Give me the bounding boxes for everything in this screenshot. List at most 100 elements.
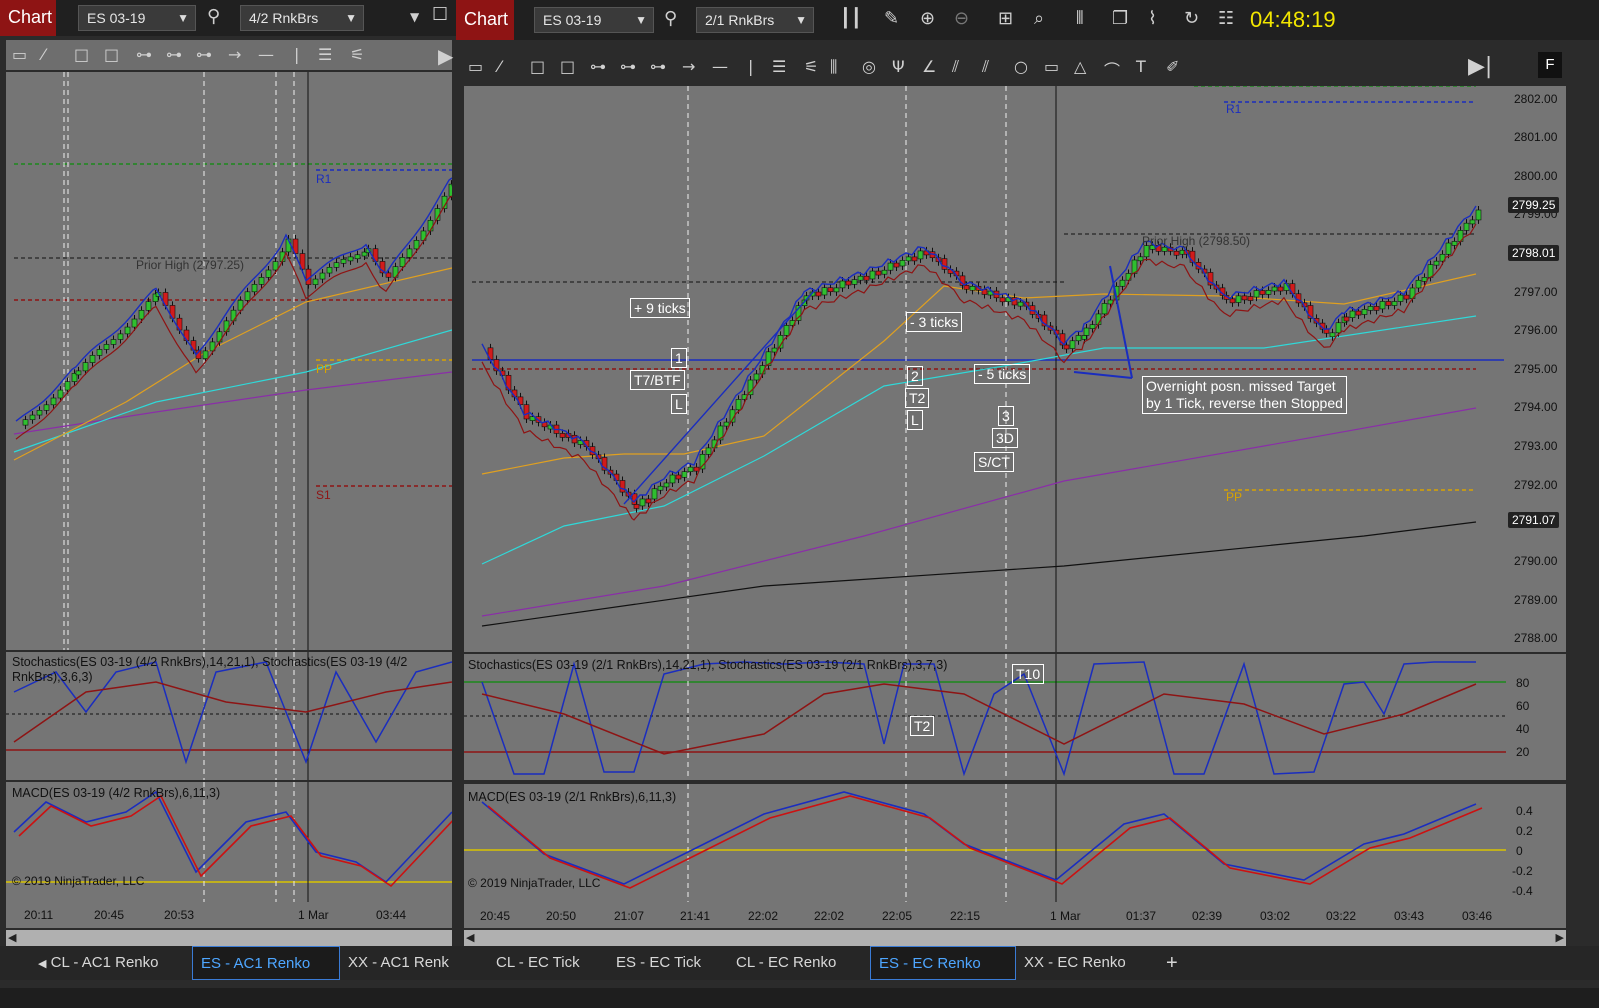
ema-cyan-line: [13, 329, 452, 453]
fib-circle-icon[interactable]: ◎: [862, 57, 876, 76]
left-horizontal-scrollbar[interactable]: ◀: [6, 930, 452, 946]
strategies-icon[interactable]: ⌇: [1148, 10, 1157, 28]
annotation-overnight-note[interactable]: Overnight posn. missed Target by 1 Tick,…: [1142, 376, 1347, 414]
annotation-1[interactable]: 1: [671, 348, 687, 368]
arrow-line-icon[interactable]: →: [682, 57, 695, 76]
fib-extension-icon[interactable]: ⚟: [804, 57, 818, 76]
left-tab-cl-ac1-renko[interactable]: ◀ CL - AC1 Renko: [30, 946, 166, 980]
right-tab-es-ec-tick[interactable]: ES - EC Tick: [608, 946, 709, 980]
left-price-pane[interactable]: R1 Prior High (2797.25) PP S1: [6, 72, 452, 650]
vertical-line-icon[interactable]: |: [748, 57, 753, 76]
annotation-s-ct[interactable]: S/CT: [974, 452, 1014, 472]
right-macd-pane[interactable]: MACD(ES 03-19 (2/1 RnkBrs),6,11,3) © 201…: [464, 784, 1506, 902]
arc-icon[interactable]: ⌒: [1104, 57, 1120, 81]
rectangle-icon[interactable]: □: [530, 57, 545, 76]
annotation-l-2[interactable]: L: [907, 410, 923, 430]
add-tab-button[interactable]: +: [1158, 946, 1186, 980]
rectangle-shape-icon[interactable]: ▭: [1044, 57, 1059, 76]
left-bartype-selector[interactable]: 4/2 RnkBrs ▼: [240, 5, 364, 31]
window-restore-icon[interactable]: ☐: [432, 6, 448, 24]
overflow-menu-icon[interactable]: ▼: [410, 8, 419, 26]
zoom-out-icon[interactable]: ⊖: [954, 10, 969, 28]
ray-icon[interactable]: ⊶: [166, 45, 182, 64]
right-price-axis[interactable]: 2802.00 2801.00 2800.00 2799.00 2797.00 …: [1506, 86, 1566, 652]
right-instrument-selector[interactable]: ES 03-19 ▼: [534, 7, 654, 33]
bar-style-icon[interactable]: ┃┃: [840, 10, 862, 28]
line-icon[interactable]: ⊶: [136, 45, 152, 64]
ellipse-icon[interactable]: ○: [1014, 57, 1028, 76]
right-stochastics-pane[interactable]: Stochastics(ES 03-19 (2/1 RnkBrs),14,21,…: [464, 654, 1506, 780]
scroll-left-icon[interactable]: ◀: [466, 931, 474, 944]
fibonacci-icon[interactable]: ☰: [772, 57, 786, 76]
pencil-icon[interactable]: ✎: [884, 10, 899, 28]
gann-fan-icon[interactable]: ∠: [922, 57, 936, 76]
annotation-t7-btf[interactable]: T7/BTF: [630, 370, 685, 390]
chevron-left-icon[interactable]: ◀: [38, 958, 46, 970]
ruler-icon[interactable]: ▭: [12, 45, 27, 64]
annotation-t2[interactable]: T2: [905, 388, 930, 408]
rectangle-icon[interactable]: □: [74, 45, 89, 64]
annotation-t10[interactable]: T10: [1012, 664, 1045, 684]
fib-time-icon[interactable]: ⫼: [830, 57, 837, 77]
annotation-minus-5-ticks[interactable]: - 5 ticks: [974, 364, 1031, 384]
right-tab-cl-ec-tick[interactable]: CL - EC Tick: [488, 946, 588, 980]
regression-channel-icon[interactable]: ⫽: [952, 57, 959, 77]
annotation-t2-stoch[interactable]: T2: [910, 716, 935, 736]
left-stochastics-pane[interactable]: Stochastics(ES 03-19 (4/2 RnkBrs),14,21,…: [6, 652, 452, 780]
left-instrument-selector[interactable]: ES 03-19 ▼: [78, 5, 196, 31]
extended-line-icon[interactable]: ⊶: [650, 57, 666, 76]
annotation-plus-9-ticks[interactable]: + 9 ticks: [630, 298, 690, 318]
right-tab-cl-ec-renko[interactable]: CL - EC Renko: [728, 946, 844, 980]
vertical-line-icon[interactable]: |: [294, 45, 299, 64]
search-icon[interactable]: ⚲: [207, 8, 220, 26]
left-macd-pane[interactable]: MACD(ES 03-19 (4/2 RnkBrs),6,11,3) © 201…: [6, 782, 452, 902]
scroll-right-icon[interactable]: ▶: [1556, 931, 1564, 944]
scroll-left-icon[interactable]: ◀: [8, 931, 16, 944]
horizontal-line-icon[interactable]: —: [258, 45, 274, 64]
reload-icon[interactable]: ↻: [1184, 10, 1199, 28]
trend-channel-icon[interactable]: ⫽: [982, 57, 989, 77]
candle-bar: [1295, 293, 1302, 304]
horizontal-line-icon[interactable]: —: [712, 57, 728, 76]
arrow-line-icon[interactable]: →: [228, 45, 241, 64]
right-tab-es-ec-renko[interactable]: ES - EC Renko: [870, 946, 1016, 980]
right-chart-menu-button[interactable]: Chart: [456, 0, 514, 40]
region-icon[interactable]: □: [560, 57, 575, 76]
candle-bar: [523, 404, 530, 420]
extended-line-icon[interactable]: ⊶: [196, 45, 212, 64]
left-chart-menu-button[interactable]: Chart: [0, 0, 56, 36]
right-tab-xx-ec-renko[interactable]: XX - EC Renko: [1016, 946, 1134, 980]
risk-reward-icon[interactable]: ⁄: [42, 45, 45, 64]
ray-icon[interactable]: ⊶: [620, 57, 636, 76]
left-tab-es-ac1-renko[interactable]: ES - AC1 Renko: [192, 946, 340, 980]
indicators-icon[interactable]: ⫴: [1076, 10, 1084, 28]
scroll-end-icon[interactable]: ▶|: [1468, 54, 1492, 79]
region-icon[interactable]: □: [104, 45, 119, 64]
search-icon[interactable]: ⚲: [664, 10, 677, 28]
right-price-pane[interactable]: R1 Prior High (2798.50) PP + 9 ticks 1 T…: [464, 86, 1506, 652]
risk-reward-icon[interactable]: ⁄: [498, 57, 501, 76]
fib-extension-icon[interactable]: ⚟: [350, 45, 364, 64]
right-horizontal-scrollbar[interactable]: ◀ ▶: [464, 930, 1566, 946]
text-icon[interactable]: T: [1136, 57, 1146, 76]
line-icon[interactable]: ⊶: [590, 57, 606, 76]
ruler-icon[interactable]: ▭: [468, 57, 483, 76]
annotation-3[interactable]: 3: [998, 406, 1014, 426]
zoom-in-icon[interactable]: ⊕: [920, 10, 935, 28]
annotation-l-1[interactable]: L: [671, 394, 687, 414]
annotation-3d[interactable]: 3D: [992, 428, 1018, 448]
data-box-icon[interactable]: ⌕: [1034, 10, 1044, 28]
scroll-right-icon[interactable]: ▶: [438, 44, 453, 68]
marker-icon[interactable]: ✐: [1166, 57, 1179, 76]
crosshair-icon[interactable]: ⊞: [998, 10, 1013, 28]
andrews-pitchfork-icon[interactable]: Ψ: [892, 57, 905, 76]
properties-icon[interactable]: ☷: [1218, 10, 1234, 28]
fibonacci-icon[interactable]: ☰: [318, 45, 332, 64]
triangle-icon[interactable]: △: [1074, 57, 1086, 76]
right-f-button[interactable]: F: [1538, 52, 1562, 78]
templates-icon[interactable]: ❐: [1112, 10, 1128, 28]
left-tab-xx-ac1-renko[interactable]: XX - AC1 Renk: [340, 946, 457, 980]
annotation-minus-3-ticks[interactable]: - 3 ticks: [906, 312, 963, 332]
annotation-2[interactable]: 2: [907, 366, 923, 386]
right-bartype-selector[interactable]: 2/1 RnkBrs ▼: [696, 7, 814, 33]
